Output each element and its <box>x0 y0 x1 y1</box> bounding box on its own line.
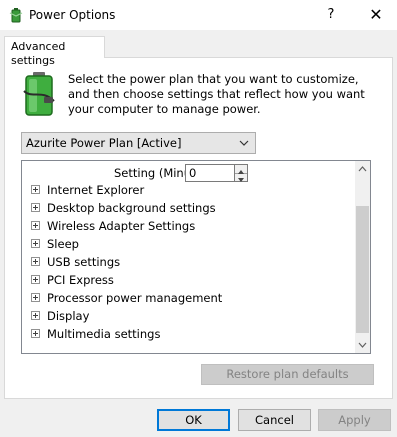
tree-item-label: USB settings <box>47 255 121 269</box>
tree-item-processor-power[interactable]: Processor power management <box>22 289 352 307</box>
scroll-up-button[interactable] <box>355 161 370 177</box>
title-bar: Power Options ? ✕ <box>0 0 397 30</box>
expand-plus-icon[interactable] <box>31 293 40 302</box>
tab-advanced-settings[interactable]: Advanced settings <box>4 36 105 67</box>
scroll-up-arrow-icon <box>358 166 367 172</box>
expand-plus-icon[interactable] <box>31 329 40 338</box>
tree-item-desktop-background[interactable]: Desktop background settings <box>22 199 352 217</box>
cancel-button[interactable]: Cancel <box>238 409 311 431</box>
vertical-scrollbar[interactable] <box>355 161 370 353</box>
help-button[interactable]: ? <box>313 0 349 30</box>
tree-item-label: Multimedia settings <box>47 327 161 341</box>
ok-button[interactable]: OK <box>157 409 230 431</box>
restore-plan-defaults-button[interactable]: Restore plan defaults <box>201 364 374 385</box>
tab-label: Advanced settings <box>11 40 66 67</box>
power-plan-value: Azurite Power Plan [Active] <box>26 136 182 150</box>
tree-item-label: Display <box>47 309 90 323</box>
tree-item-sleep[interactable]: Sleep <box>22 235 352 253</box>
tree-item-wireless-adapter[interactable]: Wireless Adapter Settings <box>22 217 352 235</box>
tree-item-label: Desktop background settings <box>47 201 216 215</box>
expand-plus-icon[interactable] <box>31 185 40 194</box>
spin-down-button[interactable] <box>235 173 247 182</box>
scroll-thumb[interactable] <box>356 206 369 333</box>
tree-item-label: Wireless Adapter Settings <box>47 219 196 233</box>
close-button[interactable]: ✕ <box>355 0 397 30</box>
expand-plus-icon[interactable] <box>31 221 40 230</box>
tree-item-usb-settings[interactable]: USB settings <box>22 253 352 271</box>
setting-row: Setting (Minutes): <box>22 163 352 183</box>
setting-minutes-spinner[interactable] <box>234 164 248 182</box>
expand-plus-icon[interactable] <box>31 239 40 248</box>
tree-item-label: Processor power management <box>47 291 223 305</box>
chevron-down-icon <box>239 140 249 146</box>
expand-plus-icon[interactable] <box>31 203 40 212</box>
tree-item-display[interactable]: Display <box>22 307 352 325</box>
battery-plan-icon <box>23 72 55 116</box>
setting-minutes-input[interactable] <box>185 164 235 182</box>
tree-item-multimedia[interactable]: Multimedia settings <box>22 325 352 343</box>
tree-item-label: Internet Explorer <box>47 183 145 197</box>
apply-button[interactable]: Apply <box>318 409 391 431</box>
settings-tree[interactable]: Setting (Minutes): Internet Explorer Des… <box>21 160 371 354</box>
scroll-down-button[interactable] <box>355 337 370 353</box>
tree-item-label: Sleep <box>47 237 79 251</box>
expand-plus-icon[interactable] <box>31 257 40 266</box>
power-plan-select[interactable]: Azurite Power Plan [Active] <box>21 132 256 154</box>
power-options-icon <box>9 8 23 23</box>
tree-item-label: PCI Express <box>47 273 114 287</box>
window-title: Power Options <box>29 8 116 22</box>
tree-item-internet-explorer[interactable]: Internet Explorer <box>22 181 352 199</box>
expand-plus-icon[interactable] <box>31 275 40 284</box>
plan-description: Select the power plan that you want to c… <box>68 72 365 116</box>
scroll-down-arrow-icon <box>358 342 367 348</box>
expand-plus-icon[interactable] <box>31 311 40 320</box>
tree-item-pci-express[interactable]: PCI Express <box>22 271 352 289</box>
